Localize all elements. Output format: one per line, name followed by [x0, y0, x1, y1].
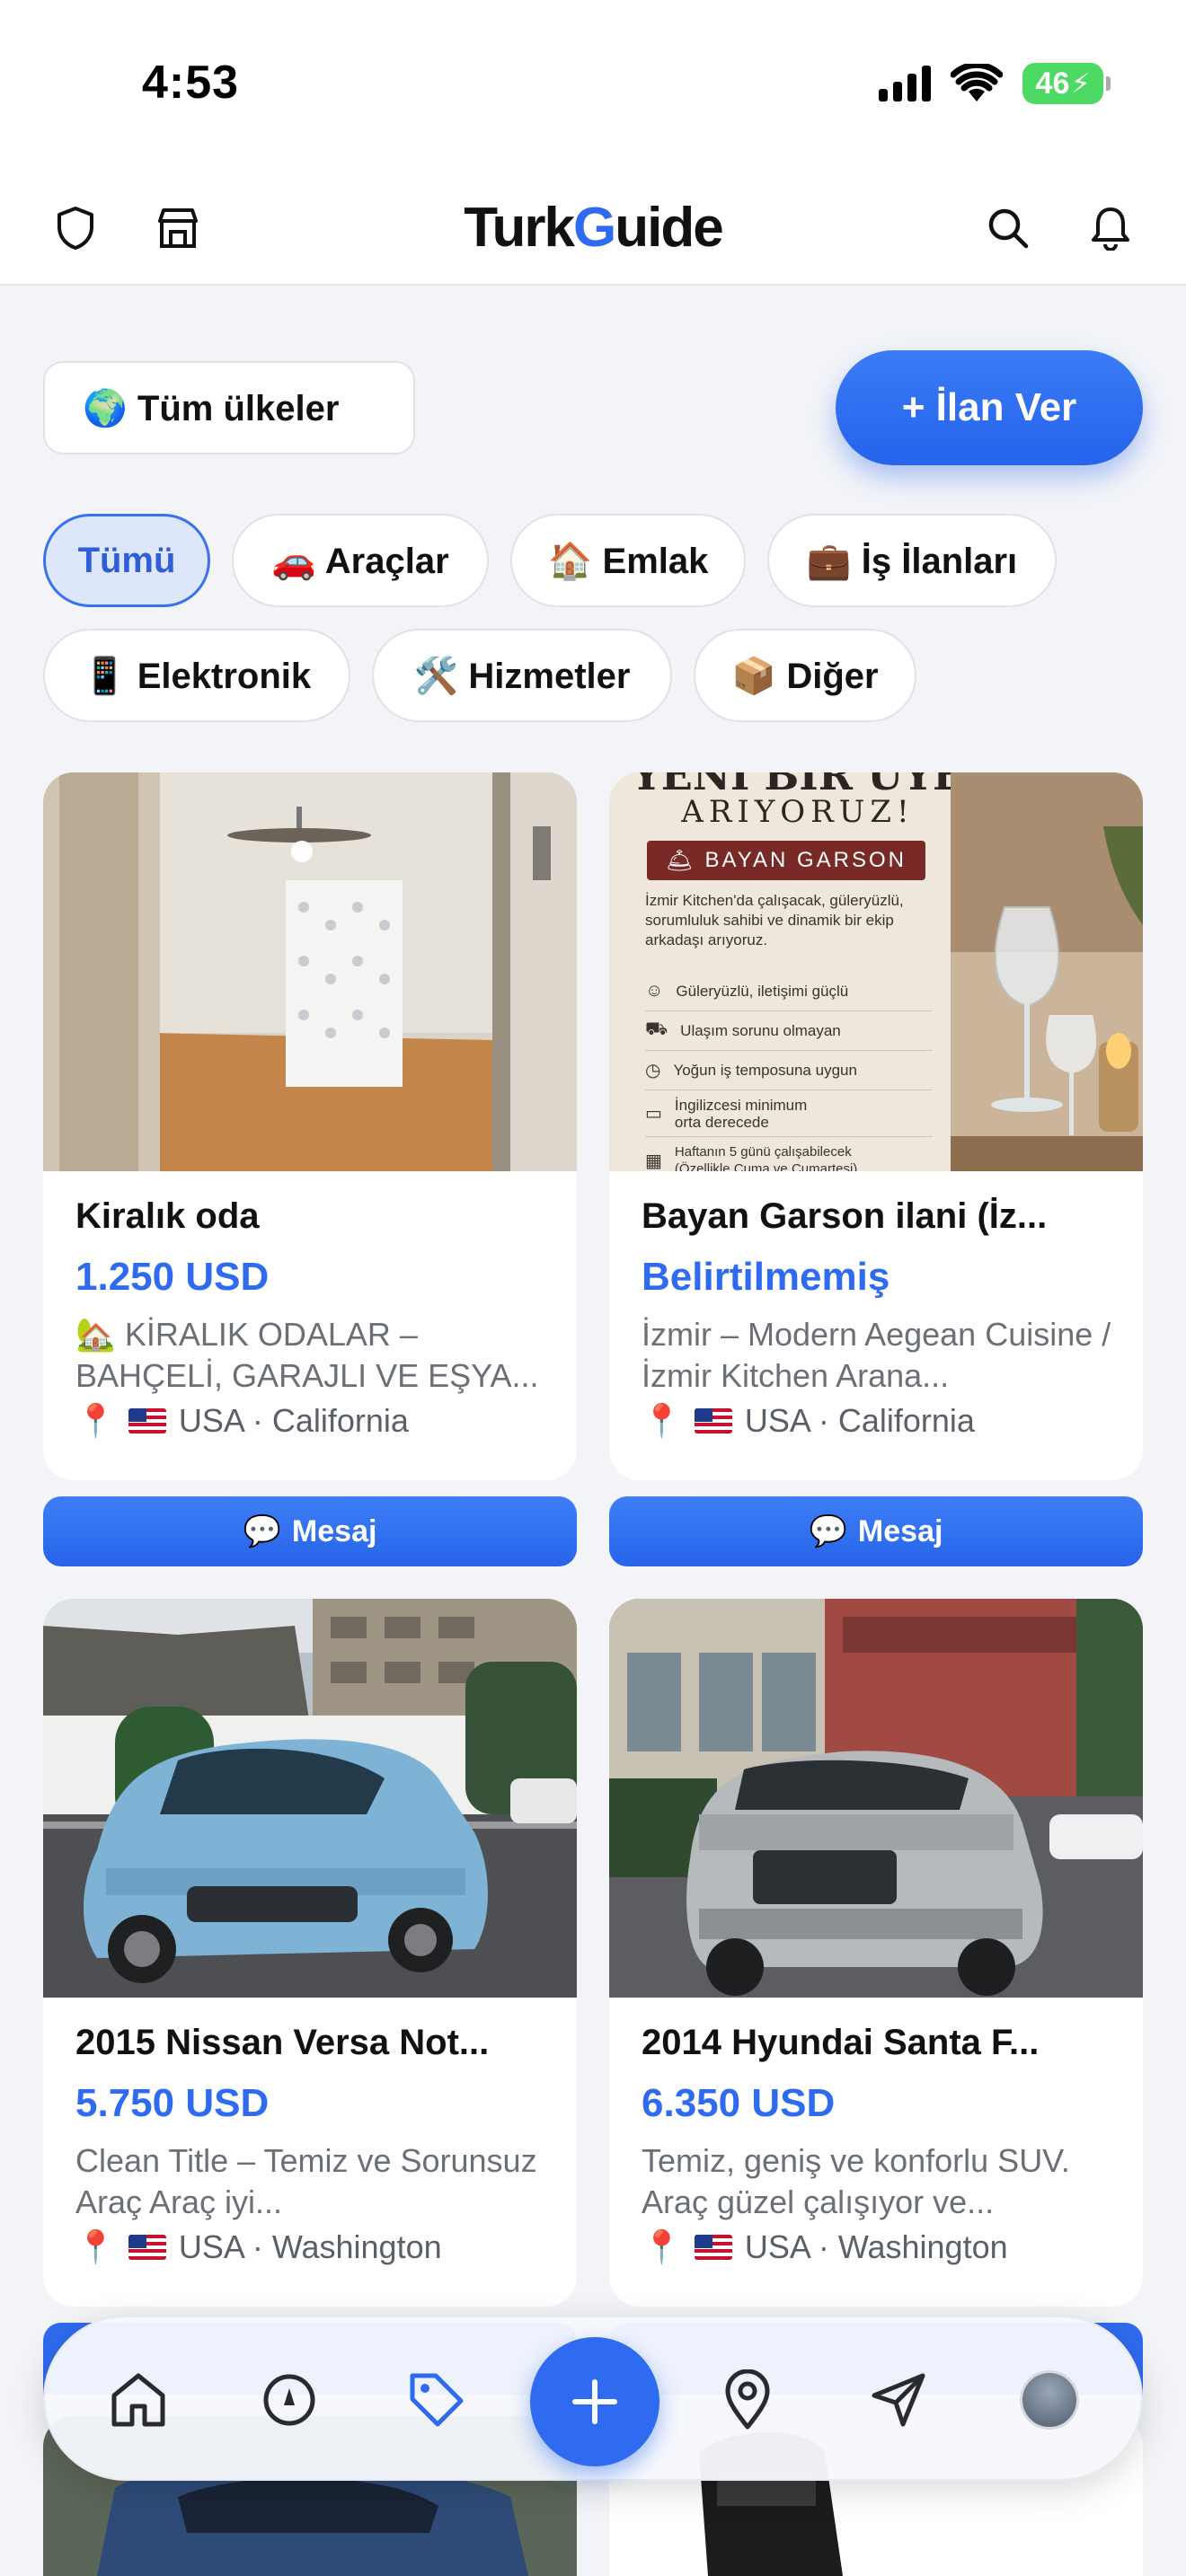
status-icons: 46 ⚡: [879, 63, 1111, 104]
listing-photo: [609, 1599, 1143, 1998]
wine-glasses-image: [951, 772, 1143, 1171]
country-selector[interactable]: 🌍 Tüm ülkeler: [43, 361, 415, 454]
compass-icon[interactable]: [257, 2368, 322, 2432]
listing-location: 📍 USA · Washington: [642, 2228, 1116, 2266]
chip-services[interactable]: 🛠️ Hizmetler: [372, 629, 672, 722]
message-label: Mesaj: [291, 1513, 377, 1548]
search-icon[interactable]: [983, 203, 1033, 253]
us-flag-icon: [128, 2235, 166, 2260]
smile-icon: ☺: [645, 981, 664, 1001]
listing-description: Temiz, geniş ve konforlu SUV. Araç güzel…: [642, 2142, 1070, 2220]
speech-icon: ▭: [645, 1104, 662, 1124]
cellular-signal-icon: [879, 66, 931, 101]
location-pin-icon[interactable]: [715, 2368, 780, 2432]
chat-bubble-icon: 💬: [243, 1514, 281, 1548]
listing-photo: [43, 772, 577, 1171]
listing-price: 5.750 USD: [75, 2081, 270, 2125]
chip-other[interactable]: 📦 Diğer: [694, 629, 916, 722]
listing-card[interactable]: Kiralık oda 1.250 USD 🏡 KİRALIK ODALAR –…: [43, 772, 577, 1480]
message-label: Mesaj: [857, 1513, 943, 1548]
location-text: USA · California: [178, 1402, 409, 1439]
chip-vehicles[interactable]: 🚗 Araçlar: [232, 514, 489, 607]
listing-location: 📍 USA · Washington: [75, 2228, 550, 2266]
car-icon: ⛟: [645, 1019, 668, 1039]
listing-details: Bayan Garson ilani (İz... Belirtilmemiş …: [642, 1196, 1116, 1440]
chip-all[interactable]: Tümü: [43, 514, 210, 607]
plus-icon: [572, 2379, 617, 2424]
listing-photo: [43, 1599, 577, 1998]
status-bar: 4:53 46 ⚡: [0, 0, 1186, 171]
listing-title: 2014 Hyundai Santa F...: [642, 2023, 1040, 2062]
clock-icon: ◷: [645, 1061, 661, 1081]
status-time: 4:53: [142, 57, 240, 109]
tag-icon[interactable]: [404, 2368, 469, 2432]
location-text: USA · Washington: [178, 2228, 442, 2265]
chip-real-estate[interactable]: 🏠 Emlak: [510, 514, 746, 607]
bottom-tab-bar: [43, 2316, 1143, 2481]
listing-details: Kiralık oda 1.250 USD 🏡 KİRALIK ODALAR –…: [75, 1196, 550, 1440]
us-flag-icon: [128, 1408, 166, 1434]
profile-avatar[interactable]: [1017, 2368, 1082, 2432]
chat-bubble-icon: 💬: [809, 1514, 847, 1548]
cloche-icon: 🛎: [666, 848, 696, 873]
post-listing-button[interactable]: + İlan Ver: [836, 350, 1143, 465]
battery-icon: 46 ⚡: [1022, 63, 1111, 104]
wifi-icon: [951, 64, 1003, 101]
poster-subhead: ARIYORUZ!: [681, 794, 915, 830]
listing-description: 🏡 KİRALIK ODALAR – BAHÇELİ, GARAJLI VE E…: [75, 1316, 539, 1394]
listing-details: 2015 Nissan Versa Not... 5.750 USD Clean…: [75, 2023, 550, 2266]
location-pin-icon: 📍: [642, 1402, 682, 1439]
location-text: USA · Washington: [744, 2228, 1008, 2265]
listing-title: Bayan Garson ilani (İz...: [642, 1196, 1048, 1236]
send-icon[interactable]: [866, 2368, 931, 2432]
location-text: USA · California: [744, 1402, 975, 1439]
chip-electronics[interactable]: 📱 Elektronik: [43, 629, 350, 722]
us-flag-icon: [694, 2235, 732, 2260]
location-pin-icon: 📍: [75, 1402, 116, 1439]
listing-title: Kiralık oda: [75, 1196, 260, 1236]
add-listing-button[interactable]: [530, 2337, 659, 2466]
home-icon[interactable]: [106, 2368, 171, 2432]
bell-icon[interactable]: [1085, 203, 1136, 253]
listing-card[interactable]: 2015 Nissan Versa Not... 5.750 USD Clean…: [43, 1599, 577, 2307]
avatar: [1020, 2370, 1079, 2430]
calendar-icon: ▦: [645, 1151, 662, 1171]
listing-price: 1.250 USD: [75, 1255, 270, 1299]
charging-bolt-icon: ⚡: [1071, 68, 1091, 99]
listing-location: 📍 USA · California: [75, 1402, 550, 1440]
app-header: TurkGuide: [0, 171, 1186, 286]
location-pin-icon: 📍: [642, 2228, 682, 2265]
battery-level: 46: [1035, 66, 1070, 101]
listing-card[interactable]: YENİ BİR ÜYE ARIYORUZ! 🛎 BAYAN GARSON İzm…: [609, 772, 1143, 1480]
listing-price: Belirtilmemiş: [642, 1255, 890, 1299]
poster-badge: 🛎 BAYAN GARSON: [647, 841, 925, 880]
listing-description: İzmir – Modern Aegean Cuisine / İzmir Ki…: [642, 1316, 1111, 1394]
listing-price: 6.350 USD: [642, 2081, 836, 2125]
us-flag-icon: [694, 1408, 732, 1434]
listing-title: 2015 Nissan Versa Not...: [75, 2023, 490, 2062]
listing-description: Clean Title – Temiz ve Sorunsuz Araç Ara…: [75, 2142, 537, 2220]
listing-photo: YENİ BİR ÜYE ARIYORUZ! 🛎 BAYAN GARSON İzm…: [609, 772, 1143, 1171]
poster-intro: İzmir Kitchen'da çalışacak, güleryüzlü, …: [645, 892, 904, 948]
message-button[interactable]: 💬 Mesaj: [609, 1496, 1143, 1566]
message-button[interactable]: 💬 Mesaj: [43, 1496, 577, 1566]
chip-jobs[interactable]: 💼 İş İlanları: [767, 514, 1057, 607]
listing-details: 2014 Hyundai Santa F... 6.350 USD Temiz,…: [642, 2023, 1116, 2266]
poster-requirements: ☺ Güleryüzlü, iletişimi güçlü ⛟ Ulaşım sor…: [645, 972, 933, 1171]
location-pin-icon: 📍: [75, 2228, 116, 2265]
listing-card[interactable]: 2014 Hyundai Santa F... 6.350 USD Temiz,…: [609, 1599, 1143, 2307]
listing-location: 📍 USA · California: [642, 1402, 1116, 1440]
